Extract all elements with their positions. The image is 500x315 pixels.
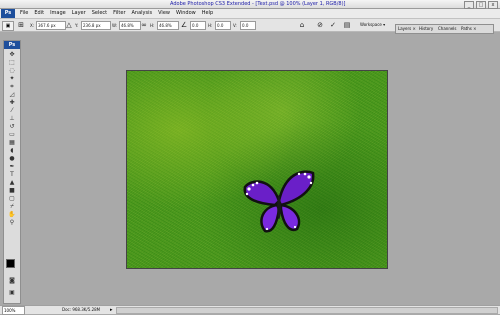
v-skew-label: V: (233, 23, 237, 28)
brush-tool-icon[interactable]: ⁄ (7, 107, 17, 114)
menu-view[interactable]: View (158, 9, 170, 18)
marquee-tool-icon[interactable]: ⬚ (7, 59, 17, 66)
menu-edit[interactable]: Edit (34, 9, 44, 18)
angle-field[interactable]: 0.0 (190, 21, 206, 30)
gradient-tool-icon[interactable]: ▦ (7, 139, 17, 146)
y-label: Y: (75, 23, 79, 28)
foreground-color-swatch[interactable] (6, 259, 15, 268)
history-brush-tool-icon[interactable]: ↺ (7, 123, 17, 130)
slice-tool-icon[interactable]: ◿ (7, 91, 17, 98)
tab-paths[interactable]: Paths × (461, 25, 477, 33)
screen-mode-icon[interactable]: ▣ (7, 289, 17, 296)
tab-layers[interactable]: Layers × (398, 25, 416, 33)
maximize-button[interactable]: □ (476, 1, 486, 9)
zoom-tool-icon[interactable]: ⚲ (7, 219, 17, 226)
tab-history[interactable]: History (419, 25, 433, 33)
v-skew-field[interactable]: 0.0 (240, 21, 256, 30)
pen-tool-icon[interactable]: ✒ (7, 163, 17, 170)
relative-position-icon[interactable]: △ (65, 21, 73, 29)
minimize-button[interactable]: _ (464, 1, 474, 9)
dodge-tool-icon[interactable]: ● (7, 155, 17, 162)
menu-select[interactable]: Select (92, 9, 107, 18)
shape-tool-icon[interactable]: ■ (7, 187, 17, 194)
width-field[interactable]: 46.8% (119, 21, 141, 30)
menu-items: File Edit Image Layer Select Filter Anal… (20, 9, 213, 18)
x-field[interactable]: 367.6 px (36, 21, 66, 30)
cancel-transform-icon[interactable]: ⊘ (316, 21, 324, 29)
butterfly-image[interactable] (241, 167, 317, 237)
blur-tool-icon[interactable]: ◖ (7, 147, 17, 154)
workspace-menu[interactable]: Workspace ▾ (360, 21, 385, 29)
menu-layer[interactable]: Layer (72, 9, 86, 18)
notes-tool-icon[interactable]: ▢ (7, 195, 17, 202)
move-tool-icon[interactable]: ✥ (7, 51, 17, 58)
zoom-field[interactable]: 100% (2, 306, 25, 315)
link-icon[interactable]: ∞ (140, 21, 148, 29)
h-label: H: (150, 23, 155, 28)
tab-channels[interactable]: Channels (438, 25, 457, 33)
height-field[interactable]: 46.8% (157, 21, 179, 30)
eraser-tool-icon[interactable]: ▭ (7, 131, 17, 138)
menu-filter[interactable]: Filter (113, 9, 125, 18)
menu-image[interactable]: Image (50, 9, 66, 18)
eyedropper-tool-icon[interactable]: ⌿ (7, 203, 17, 210)
toolbox-logo: Ps (4, 41, 20, 49)
window-controls: _ □ x (464, 1, 498, 9)
app-logo: Ps (1, 9, 15, 18)
healing-brush-tool-icon[interactable]: ✚ (7, 99, 17, 106)
clone-stamp-tool-icon[interactable]: ⊥ (7, 115, 17, 122)
toolbox: Ps ✥ ⬚ ◌ ✦ ⌗ ◿ ✚ ⁄ ⊥ ↺ ▭ ▦ ◖ ● ✒ T ▲ ■ ▢… (3, 40, 21, 304)
close-button[interactable]: x (488, 1, 498, 9)
h-skew-label: H: (208, 23, 213, 28)
title-bar: Adobe Photoshop CS3 Extended - [Text.psd… (0, 0, 500, 9)
crop-tool-icon[interactable]: ⌗ (7, 83, 17, 90)
menu-window[interactable]: Window (176, 9, 196, 18)
window-title: Adobe Photoshop CS3 Extended - [Text.psd… (170, 1, 346, 7)
reference-point-icon[interactable]: ⊞ (17, 21, 25, 29)
menu-bar: Ps File Edit Image Layer Select Filter A… (0, 9, 500, 19)
lasso-tool-icon[interactable]: ◌ (7, 67, 17, 74)
brush-icon[interactable]: ▤ (343, 21, 351, 29)
menu-file[interactable]: File (20, 9, 28, 18)
path-selection-tool-icon[interactable]: ▲ (7, 179, 17, 186)
h-skew-field[interactable]: 0.0 (215, 21, 231, 30)
type-tool-icon[interactable]: T (7, 171, 17, 178)
y-field[interactable]: 236.8 px (81, 21, 111, 30)
warp-mode-icon[interactable]: ⌂ (298, 21, 306, 29)
menu-help[interactable]: Help (202, 9, 213, 18)
hand-tool-icon[interactable]: ✋ (7, 211, 17, 218)
angle-icon: ∠ (180, 21, 188, 29)
quick-mask-icon[interactable]: ◙ (7, 277, 17, 284)
magic-wand-tool-icon[interactable]: ✦ (7, 75, 17, 82)
x-label: X: (30, 23, 35, 28)
panel-well: Layers × History Channels Paths × (395, 24, 494, 34)
menu-analysis[interactable]: Analysis (132, 9, 153, 18)
commit-transform-icon[interactable]: ✓ (329, 21, 337, 29)
tool-preset-picker[interactable]: ▣ (2, 21, 14, 31)
w-label: W: (112, 23, 118, 28)
